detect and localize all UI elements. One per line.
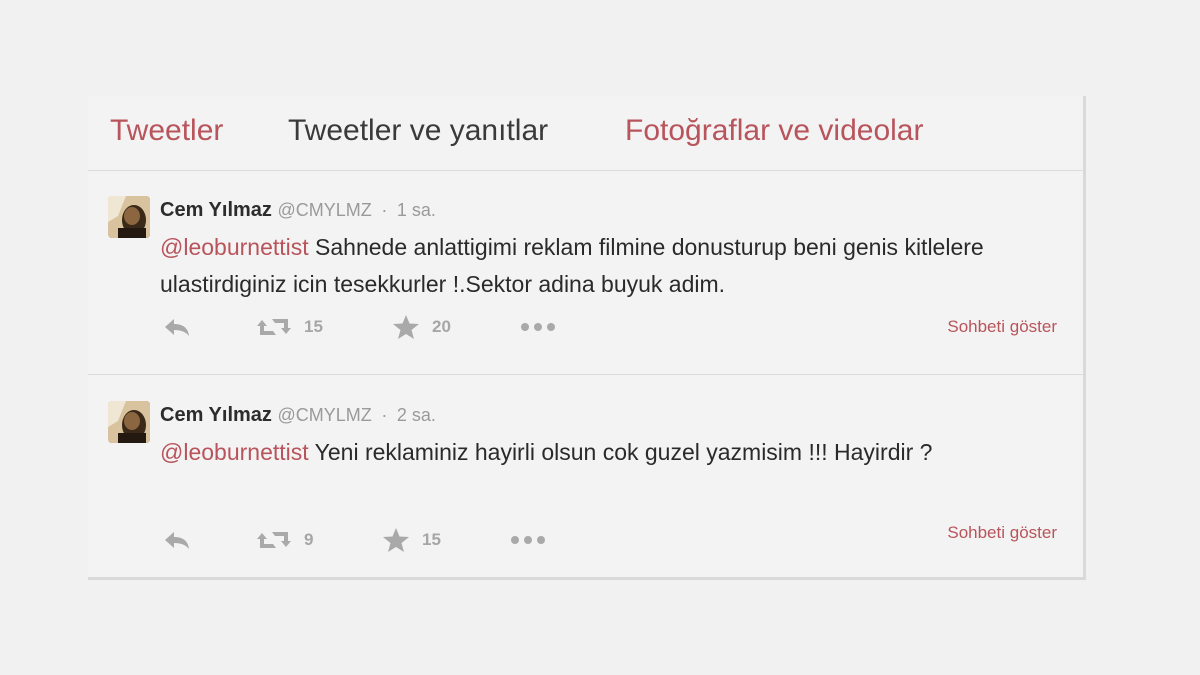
tweet-timestamp[interactable]: 2 sa. [397, 405, 436, 425]
author-name[interactable]: Cem Yılmaz [160, 199, 272, 221]
favorite-count: 20 [432, 317, 451, 336]
retweet-count: 9 [304, 530, 314, 549]
tweet-header: Cem Yılmaz @CMYLMZ · 1 sa. [160, 197, 436, 223]
profile-timeline-panel: Tweetler Tweetler ve yanıtlar Fotoğrafla… [88, 96, 1086, 580]
reply-icon [162, 315, 192, 339]
avatar[interactable] [108, 401, 150, 443]
favorite-button[interactable]: 15 [382, 526, 441, 554]
tweet-actions: 9 15 [160, 526, 1060, 556]
tweet-actions: 15 20 [160, 313, 1060, 343]
retweet-icon [256, 315, 292, 339]
favorite-count: 15 [422, 530, 441, 549]
avatar[interactable] [108, 196, 150, 238]
star-icon [392, 314, 420, 340]
retweet-button[interactable]: 9 [256, 526, 313, 554]
tweet-text: @leoburnettist Yeni reklaminiz hayirli o… [160, 434, 990, 471]
author-handle[interactable]: @CMYLMZ [277, 200, 371, 220]
reply-button[interactable] [162, 313, 192, 341]
more-icon [510, 535, 546, 545]
retweet-count: 15 [304, 317, 323, 336]
tweet-item[interactable]: Cem Yılmaz @CMYLMZ · 2 sa. @leoburnettis… [88, 376, 1083, 576]
separator: · [381, 200, 388, 220]
timeline-tabs: Tweetler Tweetler ve yanıtlar Fotoğrafla… [88, 96, 1083, 171]
separator: · [381, 405, 388, 425]
author-name[interactable]: Cem Yılmaz [160, 404, 272, 426]
show-conversation-link[interactable]: Sohbeti göster [947, 523, 1057, 543]
tab-photos-and-videos[interactable]: Fotoğraflar ve videolar [625, 113, 923, 149]
show-conversation-link[interactable]: Sohbeti göster [947, 317, 1057, 337]
tweet-body: Yeni reklaminiz hayirli olsun cok guzel … [308, 439, 933, 465]
retweet-button[interactable]: 15 [256, 313, 323, 341]
more-button[interactable] [520, 313, 556, 341]
more-button[interactable] [510, 526, 546, 554]
mention-link[interactable]: @leoburnettist [160, 234, 309, 260]
tab-tweets-and-replies[interactable]: Tweetler ve yanıtlar [288, 113, 548, 149]
tweet-header: Cem Yılmaz @CMYLMZ · 2 sa. [160, 402, 436, 428]
mention-link[interactable]: @leoburnettist [160, 439, 309, 465]
reply-button[interactable] [162, 526, 192, 554]
author-handle[interactable]: @CMYLMZ [277, 405, 371, 425]
reply-icon [162, 528, 192, 552]
favorite-button[interactable]: 20 [392, 313, 451, 341]
star-icon [382, 527, 410, 553]
tab-tweets[interactable]: Tweetler [110, 113, 223, 149]
tweet-timestamp[interactable]: 1 sa. [397, 200, 436, 220]
retweet-icon [256, 528, 292, 552]
tweet-text: @leoburnettist Sahnede anlattigimi rekla… [160, 229, 1070, 303]
more-icon [520, 322, 556, 332]
tweet-item[interactable]: Cem Yılmaz @CMYLMZ · 1 sa. @leoburnettis… [88, 171, 1083, 375]
